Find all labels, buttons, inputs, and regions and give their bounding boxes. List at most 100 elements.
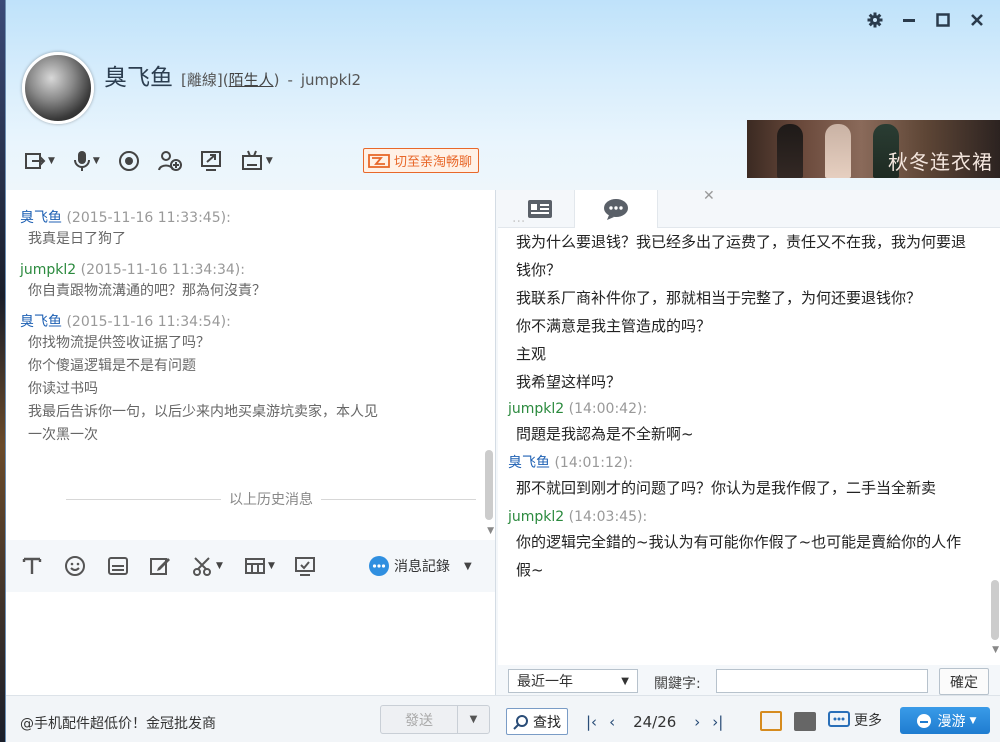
user-id: jumpkl2 <box>300 71 362 89</box>
contact-status: [離線](陌生人) <box>181 69 279 90</box>
ad-banner[interactable]: 秋冬连衣裙 <box>747 120 1000 178</box>
microphone-icon[interactable]: ▼ <box>73 148 100 174</box>
message-line: 你自責跟物流溝通的吧？那為何沒責？ <box>28 283 266 299</box>
send-options-chevron-icon[interactable]: ▼ <box>457 706 489 733</box>
timestamp: (2015-11-16 11:33:45): <box>66 210 231 226</box>
screen-icon[interactable] <box>294 555 316 577</box>
sender-name[interactable]: jumpkl2 <box>508 401 564 417</box>
maximize-icon[interactable] <box>933 10 953 30</box>
more-button[interactable]: 更多 <box>828 710 882 730</box>
history-scrollbar[interactable] <box>485 450 493 520</box>
message-line: 一次黑一次 <box>28 427 98 443</box>
close-icon[interactable] <box>967 10 987 30</box>
first-page-icon[interactable]: |‹ <box>586 713 597 731</box>
title-separator: - <box>287 71 293 89</box>
chevron-down-icon: ▼ <box>969 715 977 726</box>
shake-icon[interactable]: ▼ <box>244 555 275 577</box>
keyword-input[interactable] <box>716 669 928 693</box>
message-header: jumpkl2 (14:03:45): <box>498 506 988 528</box>
status-text: [離線]( <box>181 71 229 89</box>
message-line: 你找物流提供签收证据了吗？ <box>28 335 210 351</box>
message-records-button[interactable]: 消息記錄 ▼ <box>368 555 472 577</box>
confirm-button[interactable]: 確定 <box>939 668 989 695</box>
sender-name[interactable]: jumpkl2 <box>20 262 76 278</box>
timestamp: (14:03:45): <box>568 509 648 525</box>
message-line: 你的逻辑完全錯的~我认为有可能你作假了~也可能是賣給你的人作假~ <box>516 533 962 579</box>
scroll-down-icon[interactable]: ▼ <box>487 526 494 536</box>
font-icon[interactable] <box>22 555 42 577</box>
ad-figure-2 <box>825 124 851 178</box>
timestamp: (14:00:42): <box>568 401 648 417</box>
divider-line <box>66 498 221 500</box>
range-select-value: 最近一年 <box>517 674 573 690</box>
message-records-panel: ✕ ··· 我为什么要退钱？我已经多出了运费了，责任又不在我，我为何要退钱你？ … <box>498 190 1000 665</box>
avatar[interactable] <box>22 52 94 124</box>
gear-icon[interactable] <box>865 10 885 30</box>
tab-chat-records[interactable]: ✕ <box>574 190 715 228</box>
send-label[interactable]: 發送 <box>381 706 457 733</box>
sender-name[interactable]: 臭飞鱼 <box>20 210 62 226</box>
search-icon <box>513 714 528 730</box>
folder-icon[interactable] <box>794 712 816 731</box>
video-icon[interactable] <box>118 148 140 174</box>
history-divider: 以上历史消息 <box>66 489 476 509</box>
contact-card-icon <box>528 200 552 218</box>
chat-bubble-icon <box>604 199 628 220</box>
chat-history-panel: ··· 臭飞鱼 (2015-11-16 11:33:45): 我真是日了狗了 j… <box>6 190 496 540</box>
relation-link[interactable]: 陌生人 <box>229 71 274 89</box>
sender-name[interactable]: jumpkl2 <box>508 509 564 525</box>
records-scrollbar[interactable] <box>991 580 999 640</box>
chevron-down-icon: ▼ <box>621 675 629 687</box>
more-label: 更多 <box>854 713 882 729</box>
history-divider-label: 以上历史消息 <box>229 492 313 508</box>
record-message: jumpkl2 (14:00:42): 問題是我認為是不全新啊~ <box>498 398 988 448</box>
last-page-icon[interactable]: ›| <box>712 713 723 731</box>
ad-figure-1 <box>777 124 803 178</box>
history-message: 臭飞鱼 (2015-11-16 11:34:54): 你找物流提供签收证据了吗？… <box>6 312 484 447</box>
message-header: jumpkl2 (2015-11-16 11:34:34): <box>20 260 484 280</box>
history-message: 臭飞鱼 (2015-11-16 11:33:45): 我真是日了狗了 <box>6 208 484 251</box>
roam-button[interactable]: 漫游 ▼ <box>900 707 990 734</box>
range-select[interactable]: 最近一年 ▼ <box>508 669 638 693</box>
message-header: 臭飞鱼 (14:01:12): <box>498 452 988 474</box>
message-header: jumpkl2 (14:00:42): <box>498 398 988 420</box>
chat-header: 臭飞鱼 [離線](陌生人) - jumpkl2 ▼ ▼ ▼ 切至亲淘畅聊 秋冬连… <box>6 0 1000 190</box>
find-button[interactable]: 查找 <box>506 708 568 735</box>
contact-title: 臭飞鱼 [離線](陌生人) - jumpkl2 <box>104 58 361 92</box>
switch-taobao-button[interactable]: 切至亲淘畅聊 <box>363 148 480 173</box>
edit-icon[interactable] <box>149 555 171 577</box>
minimize-icon[interactable] <box>899 10 919 30</box>
screenshot-scissors-icon[interactable]: ▼ <box>192 555 223 577</box>
scroll-down-icon[interactable]: ▼ <box>992 645 999 655</box>
sender-name[interactable]: 臭飞鱼 <box>508 455 550 471</box>
records-search-bar: 最近一年 ▼ 關鍵字: 確定 <box>498 665 1000 695</box>
window-controls <box>865 10 987 30</box>
record-message: 我为什么要退钱？我已经多出了运费了，责任又不在我，我为何要退钱你？ 我联系厂商补… <box>498 228 988 396</box>
calendar-icon[interactable] <box>760 711 782 731</box>
history-message: jumpkl2 (2015-11-16 11:34:34): 你自責跟物流溝通的… <box>6 260 484 303</box>
message-line: 主观 <box>516 345 547 363</box>
footer-ad-link[interactable]: @手机配件超低价！金冠批发商 <box>20 713 216 733</box>
relation-close: ) <box>273 71 280 89</box>
find-label: 查找 <box>533 714 561 731</box>
tab-contact-card[interactable] <box>498 190 582 228</box>
screen-share-icon[interactable] <box>200 148 222 174</box>
history-messages: 臭飞鱼 (2015-11-16 11:33:45): 我真是日了狗了 jumpk… <box>6 208 484 447</box>
close-tab-icon[interactable]: ✕ <box>703 190 715 204</box>
send-button[interactable]: 發送 ▼ <box>380 705 490 734</box>
contact-name[interactable]: 臭飞鱼 <box>104 58 173 92</box>
remote-assist-icon[interactable]: ▼ <box>240 148 273 174</box>
emoji-icon[interactable] <box>64 555 86 577</box>
image-icon[interactable] <box>107 555 129 577</box>
add-friend-icon[interactable] <box>157 148 182 174</box>
prev-page-icon[interactable]: ‹ <box>609 713 615 731</box>
next-page-icon[interactable]: › <box>694 713 700 731</box>
input-toolbar: ▼ ▼ 消息記錄 ▼ <box>6 540 496 592</box>
message-input[interactable] <box>6 592 496 695</box>
message-line: 我最后告诉你一句，以后少来内地买桌游坑卖家，本人见 <box>28 404 378 420</box>
chevron-down-icon[interactable]: ▼ <box>464 561 472 572</box>
message-line: 你个傻逼逻辑是不是有问题 <box>28 358 196 374</box>
file-transfer-icon[interactable]: ▼ <box>24 148 55 174</box>
records-messages: 我为什么要退钱？我已经多出了运费了，责任又不在我，我为何要退钱你？ 我联系厂商补… <box>498 228 988 584</box>
sender-name[interactable]: 臭飞鱼 <box>20 314 62 330</box>
